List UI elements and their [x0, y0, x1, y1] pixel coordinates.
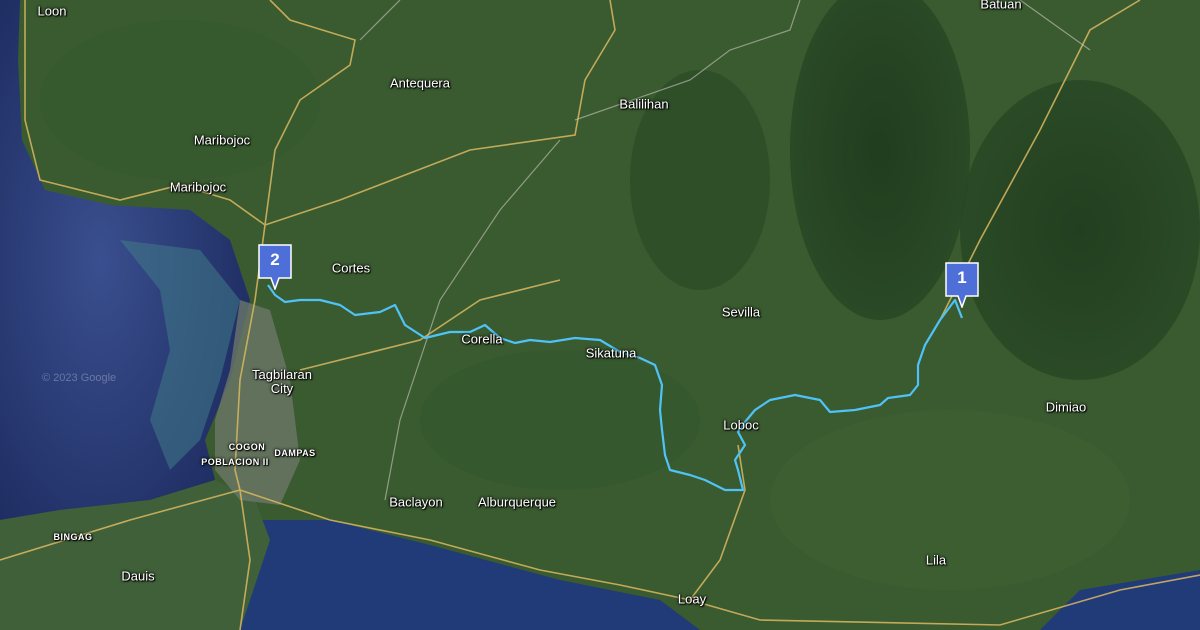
- satellite-map[interactable]: © 2023 Google Loon Batuan Antequera Bali…: [0, 0, 1200, 630]
- route-marker-label: 1: [957, 268, 967, 287]
- route-marker-start[interactable]: 1: [945, 262, 979, 308]
- route-marker-end[interactable]: 2: [258, 244, 292, 290]
- route-marker-label: 2: [270, 250, 280, 269]
- map-watermark: © 2023 Google: [42, 372, 117, 384]
- satellite-imagery: [0, 0, 1200, 630]
